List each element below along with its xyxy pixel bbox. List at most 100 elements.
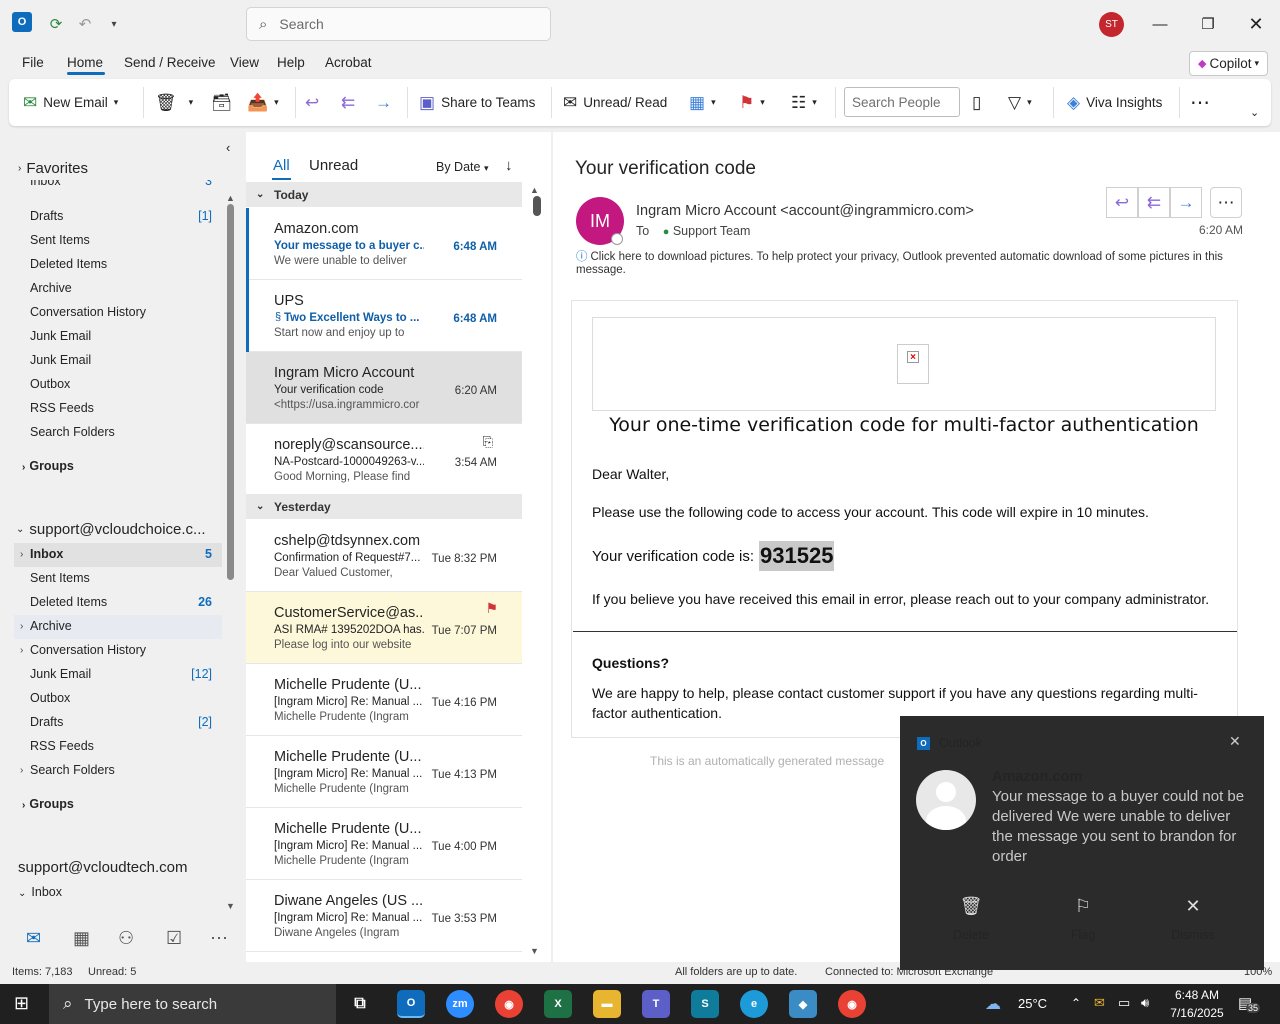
folder-item[interactable]: Archive <box>30 281 212 295</box>
tab-all[interactable]: All <box>273 157 290 174</box>
folder-item[interactable]: Inbox 3 <box>30 180 212 188</box>
menu-send-receive[interactable]: Send / Receive <box>124 55 216 70</box>
toast-dismiss-button[interactable]: ✕ Dismiss <box>1153 896 1233 942</box>
file-explorer-icon[interactable]: ▬ <box>593 990 621 1018</box>
search-input[interactable]: ⌕ Search <box>246 7 551 41</box>
move-button[interactable]: 📤 ▾ <box>247 79 279 126</box>
folder-item[interactable]: Archive <box>30 619 212 633</box>
scroll-down-icon[interactable]: ▼ <box>530 946 539 956</box>
broken-image-icon[interactable]: × <box>897 344 929 384</box>
chrome-icon[interactable]: ◉ <box>838 990 866 1018</box>
reply-icon[interactable]: ↩ <box>1106 187 1138 218</box>
reply-button[interactable]: ↩ <box>305 79 319 126</box>
unread-read-button[interactable]: ✉ Unread/ Read <box>563 79 667 126</box>
folder-item[interactable]: Conversation History <box>30 643 212 657</box>
email-from[interactable]: Ingram Micro Account <account@ingrammicr… <box>636 203 974 219</box>
chevron-right-icon[interactable]: › <box>20 765 23 776</box>
more-actions-icon[interactable]: ⋯ <box>1210 187 1242 218</box>
menu-view[interactable]: View <box>230 55 259 70</box>
chevron-right-icon[interactable]: › <box>20 645 23 656</box>
folder-inbox[interactable]: Inbox 5 <box>30 547 212 561</box>
message-row[interactable]: noreply@scansource.... ⎘ NA-Postcard-100… <box>246 424 522 496</box>
folder-item[interactable]: Junk Email <box>30 353 212 367</box>
tray-chevron-icon[interactable]: ⌃ <box>1071 996 1081 1010</box>
viva-insights-button[interactable]: ◈ Viva Insights <box>1067 79 1162 126</box>
share-to-teams-button[interactable]: ▣ Share to Teams <box>419 79 535 126</box>
tasks-icon[interactable]: ☑ <box>166 928 182 949</box>
weather-icon[interactable]: ☁ <box>985 994 1001 1014</box>
message-row-flagged[interactable]: CustomerService@as... ⚑ ASI RMA# 1395202… <box>246 592 522 664</box>
sway-icon[interactable]: S <box>691 990 719 1018</box>
reply-all-button[interactable]: ⇇ <box>341 79 355 126</box>
chevron-right-icon[interactable]: › <box>20 621 23 632</box>
calendar-icon[interactable]: ▦ <box>73 928 90 949</box>
delete-button[interactable]: 🗑 ▾ <box>155 79 193 126</box>
chevron-right-icon[interactable]: › <box>20 549 23 560</box>
account-header[interactable]: ⌄ support@vcloudchoice.c... <box>16 521 206 538</box>
folder-item[interactable]: Search Folders <box>30 425 212 439</box>
user-avatar[interactable]: ST <box>1099 12 1124 37</box>
new-email-button[interactable]: ✉ New Email ▾ <box>23 79 118 126</box>
address-book-button[interactable]: ▯ <box>972 79 981 126</box>
message-row[interactable]: Diwane Angeles (US ... [Ingram Micro] Re… <box>246 880 522 952</box>
minimize-icon[interactable]: — <box>1145 10 1175 38</box>
more-options-icon[interactable]: ⋯ <box>1190 79 1210 126</box>
menu-acrobat[interactable]: Acrobat <box>325 55 372 70</box>
people-icon[interactable]: ⚇ <box>118 928 134 949</box>
folder-item[interactable]: Deleted Items <box>30 257 212 271</box>
scroll-up-icon[interactable]: ▲ <box>530 185 539 195</box>
favorites-header[interactable]: › Favorites <box>18 160 88 177</box>
group-header-today[interactable]: ⌄ Today <box>246 182 522 207</box>
teams-icon[interactable]: T <box>642 990 670 1018</box>
folder-item[interactable]: RSS Feeds <box>30 739 212 753</box>
toast-close-icon[interactable]: ✕ <box>1229 733 1241 750</box>
message-row-selected[interactable]: Ingram Micro Account Your verification c… <box>246 352 522 424</box>
weather-temp[interactable]: 25°C <box>1018 996 1047 1011</box>
tab-unread[interactable]: Unread <box>309 157 358 174</box>
folder-item[interactable]: Outbox <box>30 691 212 705</box>
clock-time[interactable]: 6:48 AM <box>1172 988 1222 1002</box>
flag-button[interactable]: ⚑ ▾ <box>739 79 765 126</box>
collapse-ribbon-icon[interactable]: ⌄ <box>1250 89 1259 136</box>
message-row[interactable]: cshelp@tdsynnex.com Confirmation of Requ… <box>246 520 522 592</box>
folder-scrollbar[interactable] <box>227 204 234 580</box>
taskbar-search[interactable]: ⌕ Type here to search <box>49 984 336 1024</box>
folder-item[interactable]: Junk Email [12] <box>30 667 212 681</box>
menu-help[interactable]: Help <box>277 55 305 70</box>
folder-item[interactable]: Conversation History <box>30 305 212 319</box>
toast-delete-button[interactable]: 🗑 Delete <box>931 896 1011 942</box>
windows-start-icon[interactable]: ⊞ <box>14 993 29 1014</box>
recipient[interactable]: Support Team <box>673 224 751 238</box>
folder-item[interactable]: Drafts [1] <box>30 209 212 223</box>
edge-icon[interactable]: e <box>740 990 768 1018</box>
scroll-up-icon[interactable]: ▲ <box>226 193 235 203</box>
rules-button[interactable]: ☷ ▾ <box>791 79 817 126</box>
toast-flag-button[interactable]: ⚐ Flag <box>1043 896 1123 942</box>
folder-item[interactable]: Deleted Items 26 <box>30 595 212 609</box>
restore-icon[interactable]: ❐ <box>1193 10 1223 38</box>
download-pictures-infobar[interactable]: ⓘ Click here to download pictures. To hel… <box>576 251 1236 277</box>
app-icon[interactable]: ◆ <box>789 990 817 1018</box>
chrome-icon[interactable]: ◉ <box>495 990 523 1018</box>
forward-icon[interactable]: → <box>1170 187 1202 218</box>
clock-date[interactable]: 7/16/2025 <box>1167 1006 1227 1020</box>
menu-file[interactable]: File <box>22 55 44 70</box>
message-row[interactable]: Michelle Prudente (U... [Ingram Micro] R… <box>246 736 522 808</box>
groups-folder[interactable]: › Groups <box>22 459 204 473</box>
mail-tray-icon[interactable]: ✉ <box>1094 995 1105 1011</box>
scroll-down-icon[interactable]: ▼ <box>226 901 235 911</box>
filter-email-button[interactable]: ▽ ▾ <box>1008 79 1032 126</box>
groups-folder[interactable]: › Groups <box>22 797 204 811</box>
zoom-icon[interactable]: zm <box>446 990 474 1018</box>
search-people-input[interactable]: Search People <box>844 87 960 117</box>
folder-item[interactable]: Search Folders <box>30 763 212 777</box>
flag-icon[interactable]: ⚑ <box>485 600 498 617</box>
categorize-button[interactable]: ▦ ▾ <box>689 79 716 126</box>
sort-by-date-button[interactable]: By Date ▾ <box>436 160 488 174</box>
network-icon[interactable]: ▭ <box>1118 995 1130 1011</box>
message-row[interactable]: UPS Two Excellent Ways to ... § Start no… <box>246 280 522 352</box>
message-row[interactable]: Amazon.com Your message to a buyer c... … <box>246 208 522 280</box>
forward-button[interactable]: → <box>375 79 392 126</box>
account-header[interactable]: support@vcloudtech.com <box>18 859 187 876</box>
mail-icon[interactable]: ✉ <box>26 928 41 949</box>
